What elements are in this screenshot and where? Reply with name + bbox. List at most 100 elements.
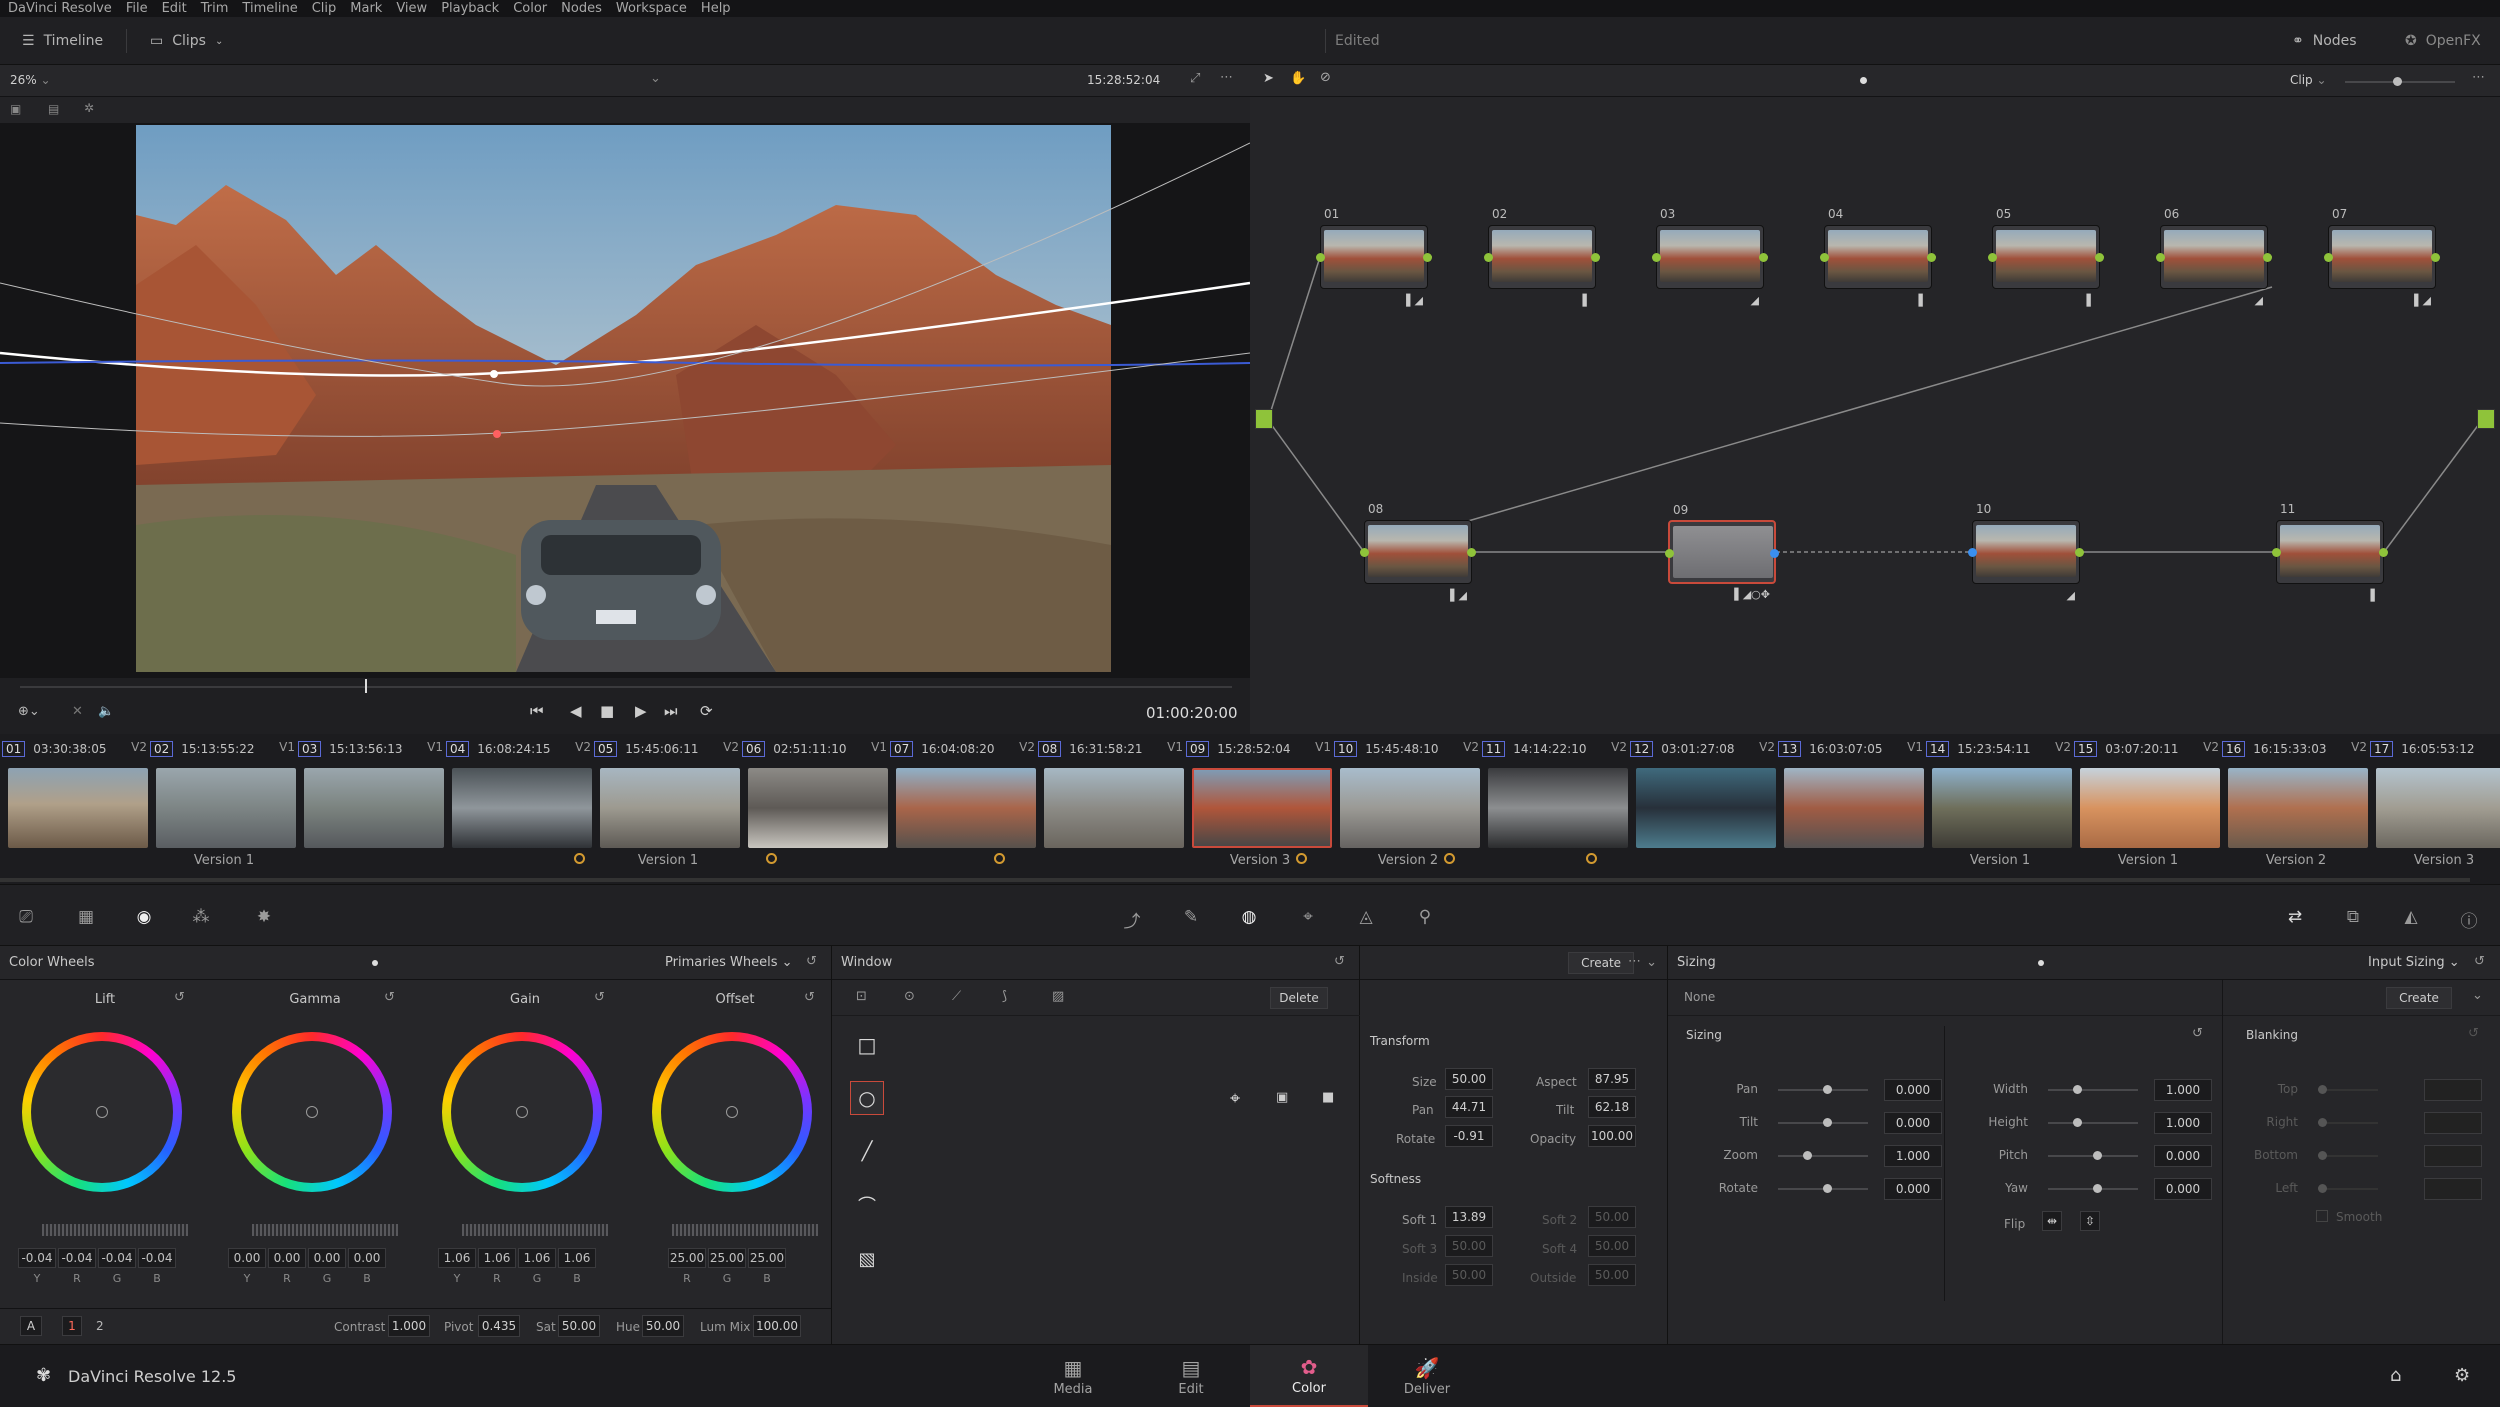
close-icon[interactable]: ✕ bbox=[72, 704, 83, 719]
wheel-value-field[interactable]: 25.00 bbox=[708, 1248, 746, 1268]
master-wheel[interactable] bbox=[672, 1224, 818, 1236]
stop-button[interactable]: ■ bbox=[600, 702, 614, 720]
color-node[interactable]: 01 ▌◢ bbox=[1316, 207, 1432, 307]
hue-field[interactable]: 50.00 bbox=[642, 1315, 684, 1337]
create-button[interactable]: Create bbox=[1568, 951, 1635, 974]
motion-effects-icon[interactable]: ✸ bbox=[253, 907, 275, 927]
window-square-button[interactable]: □ bbox=[850, 1028, 884, 1062]
reset-icon[interactable]: ↺ bbox=[804, 990, 815, 1005]
invert-icon[interactable]: ▣ bbox=[1276, 1090, 1288, 1105]
color-node[interactable]: 11 ▌ bbox=[2272, 502, 2388, 602]
scrubber-track[interactable] bbox=[20, 679, 1232, 693]
sat-field[interactable]: 50.00 bbox=[558, 1315, 600, 1337]
color-wheel[interactable] bbox=[652, 1032, 812, 1192]
master-wheel[interactable] bbox=[252, 1224, 398, 1236]
color-node[interactable]: 04 ▌ bbox=[1820, 207, 1936, 307]
reset-icon[interactable]: ↺ bbox=[384, 990, 395, 1005]
blanking-field[interactable] bbox=[2424, 1079, 2482, 1101]
reset-icon[interactable]: ↺ bbox=[1334, 954, 1345, 969]
aspect-field[interactable]: 87.95 bbox=[1588, 1068, 1636, 1090]
reset-icon[interactable]: ↺ bbox=[2474, 954, 2485, 969]
wheel-value-field[interactable]: 0.00 bbox=[228, 1248, 266, 1268]
soft1-field[interactable]: 13.89 bbox=[1445, 1206, 1493, 1228]
tilt-field[interactable]: 62.18 bbox=[1588, 1096, 1636, 1118]
page-indicator[interactable] bbox=[1860, 77, 1867, 84]
pointer-icon[interactable]: ➤ bbox=[1263, 71, 1274, 86]
master-wheel[interactable] bbox=[462, 1224, 608, 1236]
clip-thumbnail[interactable]: 04 16:08:24:15 V2 bbox=[446, 734, 594, 884]
linear-add-icon[interactable]: ⟋ bbox=[952, 989, 961, 1004]
wheels-mode-dropdown[interactable]: Primaries Wheels ⌄ bbox=[665, 955, 793, 970]
blanking-field[interactable] bbox=[2424, 1178, 2482, 1200]
sizing-field[interactable]: 0.000 bbox=[2154, 1145, 2212, 1167]
wheel-value-field[interactable]: -0.04 bbox=[138, 1248, 176, 1268]
page-color[interactable]: ✿ Color bbox=[1250, 1345, 1368, 1407]
blanking-slider[interactable] bbox=[2318, 1151, 2378, 1160]
curve-add-icon[interactable]: ⟆ bbox=[1002, 989, 1007, 1004]
square-add-icon[interactable]: ⊡ bbox=[856, 989, 867, 1004]
crosshair-icon[interactable] bbox=[306, 1106, 318, 1118]
soft3-field[interactable]: 50.00 bbox=[1445, 1235, 1493, 1257]
color-match-icon[interactable]: ▦ bbox=[75, 907, 97, 927]
clip-thumbnail[interactable]: 01 03:30:38:05 V2 bbox=[2, 734, 150, 884]
reset-icon[interactable]: ↺ bbox=[2468, 1026, 2479, 1041]
page-edit[interactable]: ▤ Edit bbox=[1132, 1345, 1250, 1407]
bypass-icon[interactable]: ⊘ bbox=[1320, 70, 1331, 85]
sizing-slider[interactable] bbox=[1778, 1151, 1868, 1160]
chevron-down-icon[interactable]: ⌄ bbox=[2472, 988, 2483, 1003]
more-icon[interactable]: ⋯ bbox=[2472, 70, 2485, 85]
fullscreen-icon[interactable]: ⤢ bbox=[1190, 71, 1200, 86]
sizing-slider[interactable] bbox=[2048, 1118, 2138, 1127]
chevron-down-icon[interactable]: ⌄ bbox=[1646, 955, 1657, 970]
sizing-slider[interactable] bbox=[1778, 1118, 1868, 1127]
window-icon[interactable]: ◍ bbox=[1238, 907, 1260, 927]
wheel-value-field[interactable]: 25.00 bbox=[668, 1248, 706, 1268]
curves-icon[interactable]: ⤴ bbox=[1121, 907, 1143, 932]
flip-vertical-button[interactable]: ⇳ bbox=[2080, 1211, 2100, 1231]
node-zoom-slider[interactable] bbox=[2345, 77, 2455, 86]
scopes-icon[interactable]: ◭ bbox=[2400, 907, 2422, 927]
sizing-slider[interactable] bbox=[1778, 1085, 1868, 1094]
menu-workspace[interactable]: Workspace bbox=[616, 1, 687, 16]
menu-edit[interactable]: Edit bbox=[162, 1, 187, 16]
sizing-icon[interactable]: ⇄ bbox=[2284, 907, 2306, 927]
menu-help[interactable]: Help bbox=[701, 1, 731, 16]
sizing-slider[interactable] bbox=[2048, 1184, 2138, 1193]
clip-thumbnail[interactable]: 03 15:13:56:13 V1 bbox=[298, 734, 446, 884]
crosshair-icon[interactable] bbox=[96, 1106, 108, 1118]
clip-thumbnail[interactable]: 02 15:13:55:22 V1 Version 1 bbox=[150, 734, 298, 884]
gradient-add-icon[interactable]: ▨ bbox=[1052, 989, 1064, 1004]
viewer-mode-icon[interactable]: ▣ bbox=[10, 102, 21, 116]
pan-field[interactable]: 44.71 bbox=[1445, 1096, 1493, 1118]
contrast-field[interactable]: 1.000 bbox=[388, 1315, 430, 1337]
color-node[interactable]: 10 ◢ bbox=[1968, 502, 2084, 602]
color-node[interactable]: 05 ▌ bbox=[1988, 207, 2104, 307]
menu-app[interactable]: DaVinci Resolve bbox=[8, 1, 112, 16]
sizing-field[interactable]: 0.000 bbox=[2154, 1178, 2212, 1200]
color-node[interactable]: 03 ◢ bbox=[1652, 207, 1768, 307]
blanking-slider[interactable] bbox=[2318, 1118, 2378, 1127]
more-icon[interactable]: ⋯ bbox=[1220, 70, 1233, 85]
timeline-toggle[interactable]: ☰ Timeline bbox=[22, 17, 103, 65]
node-mode-dropdown[interactable]: Clip ⌄ bbox=[2290, 73, 2327, 87]
soft4-field[interactable]: 50.00 bbox=[1588, 1235, 1636, 1257]
clip-thumbnail[interactable]: 05 15:45:06:11 V2 Version 1 bbox=[594, 734, 742, 884]
wheel-value-field[interactable]: 1.06 bbox=[558, 1248, 596, 1268]
clip-thumbnail[interactable]: 10 15:45:48:10 V2 Version 2 bbox=[1334, 734, 1482, 884]
hand-icon[interactable]: ✋ bbox=[1290, 71, 1306, 86]
clip-thumbnail[interactable]: 09 15:28:52:04 V1 Version 3 bbox=[1186, 734, 1334, 884]
wheel-value-field[interactable]: 1.06 bbox=[518, 1248, 556, 1268]
gear-icon[interactable]: ⚙ bbox=[2454, 1365, 2470, 1386]
mask-icon[interactable]: ■ bbox=[1322, 1090, 1334, 1105]
home-icon[interactable]: ⌂ bbox=[2390, 1365, 2401, 1386]
window-gradient-button[interactable]: ▧ bbox=[850, 1242, 884, 1276]
wheel-value-field[interactable]: -0.04 bbox=[98, 1248, 136, 1268]
clip-thumbnail[interactable]: 15 03:07:20:11 V2 Version 1 bbox=[2074, 734, 2222, 884]
playhead[interactable] bbox=[365, 679, 367, 693]
playback-mode-icon[interactable]: ⊕⌄ bbox=[18, 704, 40, 719]
window-curve-button[interactable]: ⌒ bbox=[850, 1188, 884, 1222]
reset-icon[interactable]: ↺ bbox=[2192, 1026, 2203, 1041]
size-field[interactable]: 50.00 bbox=[1445, 1068, 1493, 1090]
color-wheel[interactable] bbox=[442, 1032, 602, 1192]
wheel-value-field[interactable]: -0.04 bbox=[18, 1248, 56, 1268]
